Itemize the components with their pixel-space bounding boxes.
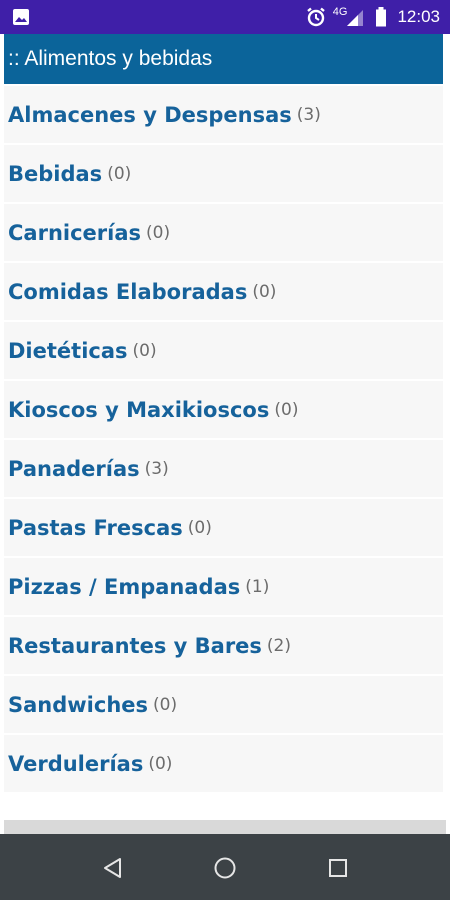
category-link[interactable]: Carnicerías xyxy=(8,221,141,245)
category-list: Almacenes y Despensas (3) Bebidas (0) Ca… xyxy=(4,86,443,794)
category-count: (3) xyxy=(144,458,169,479)
battery-icon xyxy=(375,7,387,27)
category-row[interactable]: Restaurantes y Bares (2) xyxy=(4,617,443,676)
signal-icon xyxy=(347,8,364,26)
section-header: :: Alimentos y bebidas xyxy=(4,34,443,84)
category-count: (0) xyxy=(132,340,157,361)
footer-divider xyxy=(4,820,446,834)
category-link[interactable]: Restaurantes y Bares xyxy=(8,634,262,658)
category-row[interactable]: Pastas Frescas (0) xyxy=(4,499,443,558)
category-link[interactable]: Pizzas / Empanadas xyxy=(8,575,240,599)
network-label: 4G xyxy=(332,6,348,18)
status-time: 12:03 xyxy=(397,7,440,26)
category-count: (0) xyxy=(187,517,212,538)
category-count: (0) xyxy=(107,163,132,184)
category-link[interactable]: Dietéticas xyxy=(8,339,128,363)
web-content: :: Alimentos y bebidas Almacenes y Despe… xyxy=(0,34,450,834)
status-bar: 4G 12:03 xyxy=(0,0,450,34)
home-icon[interactable] xyxy=(213,856,237,880)
recents-icon[interactable] xyxy=(326,856,350,880)
category-link[interactable]: Sandwiches xyxy=(8,693,148,717)
navigation-bar xyxy=(0,834,450,900)
category-link[interactable]: Comidas Elaboradas xyxy=(8,280,247,304)
category-row[interactable]: Bebidas (0) xyxy=(4,145,443,204)
category-count: (2) xyxy=(266,635,292,656)
image-icon xyxy=(12,8,30,26)
category-link[interactable]: Kioscos y Maxikioscos xyxy=(8,398,269,422)
category-count: (0) xyxy=(146,222,171,243)
alarm-icon xyxy=(305,6,327,28)
category-row[interactable]: Verdulerías (0) xyxy=(4,735,443,794)
category-link[interactable]: Pastas Frescas xyxy=(8,516,183,540)
category-count: (0) xyxy=(274,399,299,420)
category-link[interactable]: Bebidas xyxy=(8,162,102,186)
category-row[interactable]: Carnicerías (0) xyxy=(4,204,443,263)
status-icons: 4G 12:03 xyxy=(305,0,440,34)
category-count: (0) xyxy=(153,694,178,715)
category-row[interactable]: Kioscos y Maxikioscos (0) xyxy=(4,381,443,440)
category-count: (0) xyxy=(148,753,173,774)
section-title: :: Alimentos y bebidas xyxy=(8,47,213,70)
category-link[interactable]: Verdulerías xyxy=(8,752,143,776)
category-row[interactable]: Dietéticas (0) xyxy=(4,322,443,381)
category-link[interactable]: Almacenes y Despensas xyxy=(8,103,292,127)
category-row[interactable]: Sandwiches (0) xyxy=(4,676,443,735)
category-count: (3) xyxy=(296,104,321,125)
category-row[interactable]: Pizzas / Empanadas (1) xyxy=(4,558,443,617)
category-row[interactable]: Comidas Elaboradas (0) xyxy=(4,263,443,322)
back-icon[interactable] xyxy=(101,856,125,880)
category-count: (1) xyxy=(245,576,270,597)
category-link[interactable]: Panaderías xyxy=(8,457,140,481)
category-count: (0) xyxy=(252,281,277,302)
category-row[interactable]: Panaderías (3) xyxy=(4,440,443,499)
category-row[interactable]: Almacenes y Despensas (3) xyxy=(4,86,443,145)
